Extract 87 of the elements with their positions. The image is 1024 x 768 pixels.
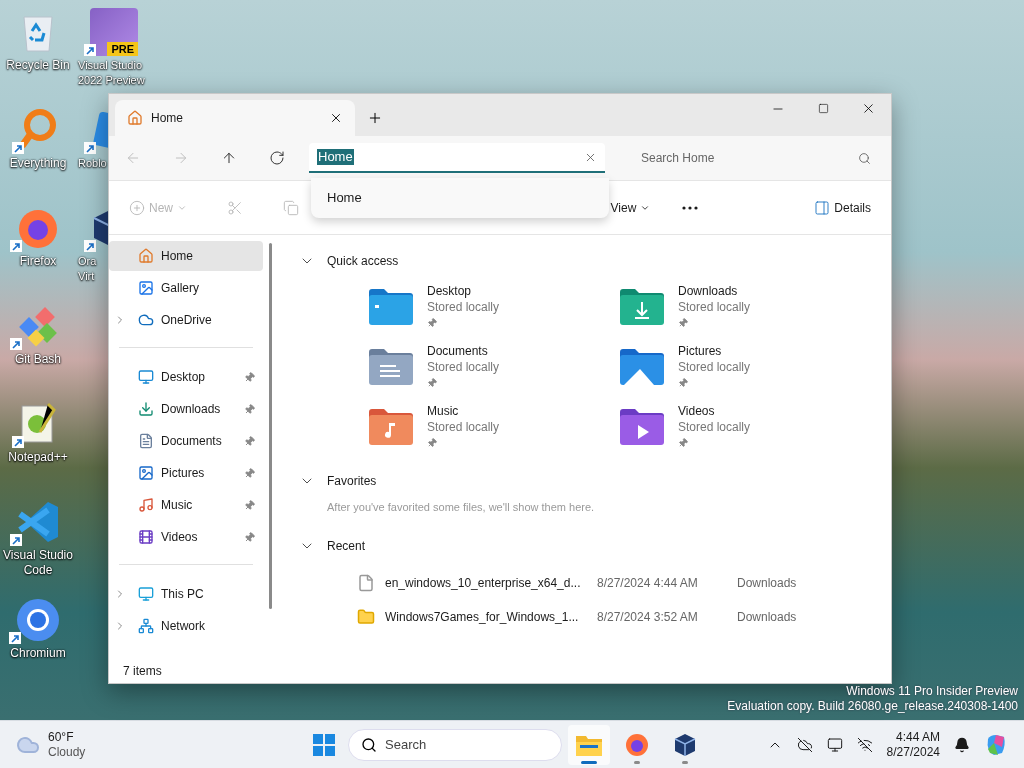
desktop-icon-label[interactable]: Notepad++ (8, 450, 68, 465)
notepad-icon (18, 402, 58, 446)
quick-access-item[interactable]: Downloads Stored locally (620, 283, 871, 331)
scrollbar[interactable] (268, 243, 272, 609)
search-icon (361, 736, 377, 753)
section-title: Quick access (327, 253, 399, 270)
maximize-icon[interactable] (818, 103, 829, 114)
folder-icon (620, 349, 664, 385)
chromium-icon (15, 597, 61, 643)
onedrive-icon (138, 312, 154, 328)
shortcut-arrow-icon (84, 142, 96, 154)
desktop-icon-label[interactable]: Visual Studio Code (3, 548, 73, 578)
folder-icon (620, 409, 664, 445)
code-editor-icon (16, 500, 60, 544)
tab[interactable]: Home (115, 100, 355, 136)
network-off-icon[interactable] (856, 736, 873, 753)
evaluation-notice: Evaluation copy. Build 26080.ge_release.240308-1400 (727, 699, 1018, 714)
plus-circle-icon (129, 199, 145, 216)
sidebar-item[interactable]: Home (109, 241, 263, 271)
videos-icon (138, 529, 154, 545)
details-button[interactable]: Details (806, 191, 879, 224)
quick-access-item[interactable]: Pictures Stored locally (620, 343, 871, 391)
search-icon (858, 151, 871, 165)
section-title: Recent (327, 537, 366, 555)
shortcut-arrow-icon (10, 240, 22, 252)
folder-icon (620, 289, 664, 325)
sidebar-item[interactable]: Videos (109, 522, 263, 552)
folder-icon (576, 733, 602, 756)
quick-access-item[interactable]: Desktop Stored locally (369, 283, 620, 331)
clock[interactable]: 4:44 AM 8/27/2024 (886, 729, 940, 760)
taskbar-app-button[interactable] (568, 724, 610, 765)
evaluation-notice: Windows 11 Pro Insider Preview (846, 684, 1018, 699)
bell-icon[interactable] (954, 736, 970, 753)
gallery-icon (138, 280, 154, 296)
windows-logo-icon (313, 733, 335, 756)
address-field[interactable]: Home (309, 143, 605, 173)
folder-icon (369, 409, 413, 445)
sidebar-item[interactable]: Downloads (109, 394, 263, 424)
sidebar-item[interactable]: Network (109, 611, 263, 641)
network-icon (138, 618, 154, 634)
shortcut-arrow-icon (84, 240, 96, 252)
monitor-icon[interactable] (826, 736, 843, 753)
sidebar-item[interactable]: Music (109, 490, 263, 520)
folder-icon (357, 607, 375, 626)
desktop-icon-label[interactable]: Chromium (10, 646, 66, 661)
quick-access-item[interactable]: Music Stored locally (369, 403, 620, 451)
recent-file-row[interactable]: en_windows_10_enterprise_x64_d... 8/27/2024 4:44 AM Downloads (357, 565, 871, 600)
favorites-hint: After you've favorited some files, we'll show them here. (326, 500, 596, 515)
sidebar-item[interactable]: Documents (109, 426, 263, 456)
cloud-off-icon[interactable] (796, 736, 813, 753)
section-title: Favorites (327, 473, 377, 490)
close-icon[interactable] (861, 101, 876, 116)
recent-file-row[interactable]: Windows7Games_for_Windows_1... 8/27/2024 3:52 AM Downloads (357, 599, 871, 634)
cube-icon (674, 732, 696, 757)
sidebar-item[interactable]: Pictures (109, 458, 263, 488)
sidebar-item[interactable]: This PC (109, 579, 263, 609)
taskbar-search-field[interactable]: Search (348, 728, 562, 761)
shortcut-arrow-icon (84, 44, 96, 56)
folder-icon (369, 289, 413, 325)
shortcut-arrow-icon (10, 338, 22, 350)
refresh-icon[interactable] (269, 150, 285, 166)
quick-access-item[interactable]: Videos Stored locally (620, 403, 871, 451)
shortcut-arrow-icon (9, 632, 21, 644)
new-tab-icon[interactable] (367, 110, 383, 126)
quick-access-item[interactable]: Documents Stored locally (369, 343, 620, 391)
music-icon (138, 497, 154, 513)
shortcut-arrow-icon (10, 534, 22, 546)
sidebar-item[interactable]: Gallery (109, 273, 263, 303)
shortcut-arrow-icon (12, 142, 24, 154)
pictures-icon (138, 465, 154, 481)
thispc-icon (138, 586, 154, 602)
weather-widget[interactable]: 60°F Cloudy (16, 729, 216, 760)
firefox-icon (625, 732, 649, 757)
shortcut-arrow-icon (12, 436, 24, 448)
sidebar-item[interactable]: OneDrive (109, 305, 263, 335)
desktop-icon (138, 369, 154, 385)
preview-badge: PRE (107, 42, 138, 56)
documents-icon (138, 433, 154, 449)
status-bar-text: 7 items (123, 663, 162, 680)
home-icon (138, 248, 154, 264)
file-icon (357, 573, 375, 592)
downloads-icon (138, 401, 154, 417)
panel-icon (814, 199, 831, 216)
close-tab-icon[interactable] (329, 111, 343, 125)
home-icon (127, 110, 143, 126)
folder-icon (369, 349, 413, 385)
sidebar-item[interactable]: Desktop (109, 362, 263, 392)
